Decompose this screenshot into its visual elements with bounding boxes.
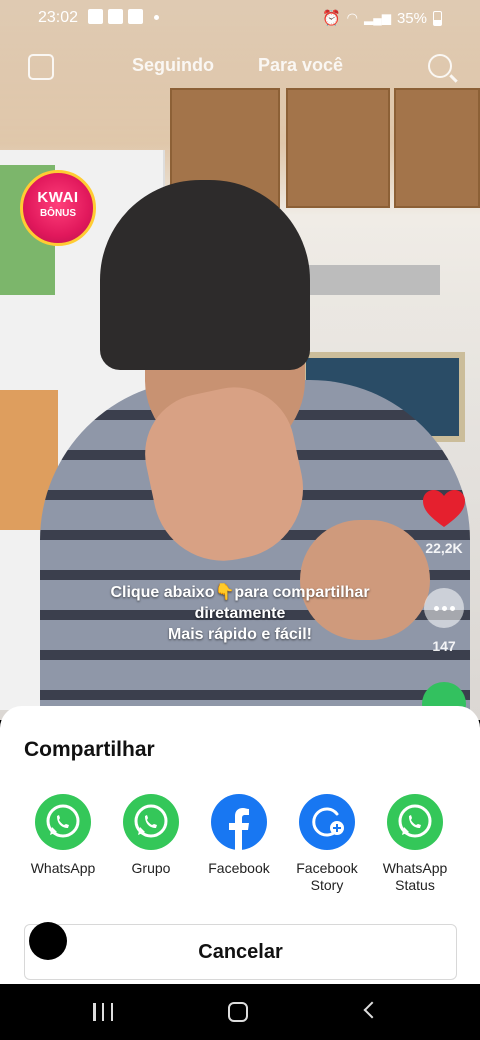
- search-icon[interactable]: [428, 54, 452, 78]
- battery-percent: 35%: [396, 9, 427, 27]
- facebook-icon: [211, 794, 267, 850]
- touch-indicator: [29, 922, 67, 960]
- kwai-badge-subtitle: BÔNUS: [39, 208, 77, 219]
- background-cabinet: [286, 88, 390, 208]
- system-icons: ⏰ ◠ ▂▄▆ 35%: [322, 9, 442, 27]
- more-notifications-icon: [154, 15, 159, 20]
- caption-line: diretamente: [194, 605, 286, 622]
- share-option-whatsapp[interactable]: WhatsApp: [18, 794, 108, 877]
- comment-icon[interactable]: [424, 588, 464, 628]
- kwai-badge-title: KWAI: [37, 189, 79, 206]
- play-notification-icon: [108, 9, 123, 24]
- share-option-label: Grupo: [131, 860, 171, 876]
- wifi-icon: ◠: [346, 10, 358, 25]
- back-icon[interactable]: [363, 1001, 381, 1019]
- video-caption: Clique abaixo👇para compartilhar diretame…: [60, 582, 420, 645]
- tab-following[interactable]: Seguindo: [132, 55, 214, 76]
- facebook-story-icon: [299, 794, 355, 850]
- comment-count: 147: [432, 638, 456, 654]
- background-shelf: [300, 265, 440, 295]
- like-heart-icon[interactable]: [420, 485, 468, 533]
- menu-icon[interactable]: [28, 54, 54, 80]
- whatsapp-icon: [387, 794, 443, 850]
- share-option-label: Facebook: [208, 860, 270, 876]
- whatsapp-icon: [35, 794, 91, 850]
- share-option-label: Facebook Story: [296, 860, 358, 893]
- recents-icon[interactable]: [93, 1003, 113, 1021]
- system-navigation-bar: [0, 984, 480, 1040]
- kwai-bonus-badge[interactable]: KWAI BÔNUS: [20, 170, 96, 246]
- background-cabinet: [394, 88, 480, 208]
- like-count: 22,2K: [425, 540, 463, 556]
- cancel-button[interactable]: Cancelar: [24, 924, 457, 980]
- share-option-facebook[interactable]: Facebook: [194, 794, 284, 877]
- share-sheet: Compartilhar WhatsApp Grupo Facebook Fac…: [0, 706, 480, 986]
- share-option-label: WhatsApp: [30, 860, 96, 876]
- play-notification-icon: [128, 9, 143, 24]
- notification-icons: [88, 9, 159, 24]
- home-icon[interactable]: [228, 1002, 248, 1022]
- top-navigation: Seguindo Para você: [0, 50, 480, 84]
- battery-icon: [433, 10, 442, 26]
- share-option-facebook-story[interactable]: Facebook Story: [282, 794, 372, 894]
- caption-line: Clique abaixo👇para compartilhar: [110, 584, 370, 601]
- share-option-whatsapp-status[interactable]: WhatsApp Status: [370, 794, 460, 894]
- status-time: 23:02: [38, 9, 79, 26]
- person-beanie: [100, 180, 310, 370]
- gallery-notification-icon: [88, 9, 103, 24]
- share-option-group[interactable]: Grupo: [106, 794, 196, 877]
- share-sheet-title: Compartilhar: [24, 738, 155, 761]
- status-bar: 23:02 ⏰ ◠ ▂▄▆ 35%: [0, 0, 480, 36]
- caption-line: Mais rápido e fácil!: [167, 626, 313, 643]
- share-option-label: WhatsApp Status: [382, 860, 448, 893]
- alarm-icon: ⏰: [321, 10, 341, 27]
- tab-for-you[interactable]: Para você: [258, 55, 343, 76]
- signal-icon: ▂▄▆: [364, 11, 391, 25]
- whatsapp-icon: [123, 794, 179, 850]
